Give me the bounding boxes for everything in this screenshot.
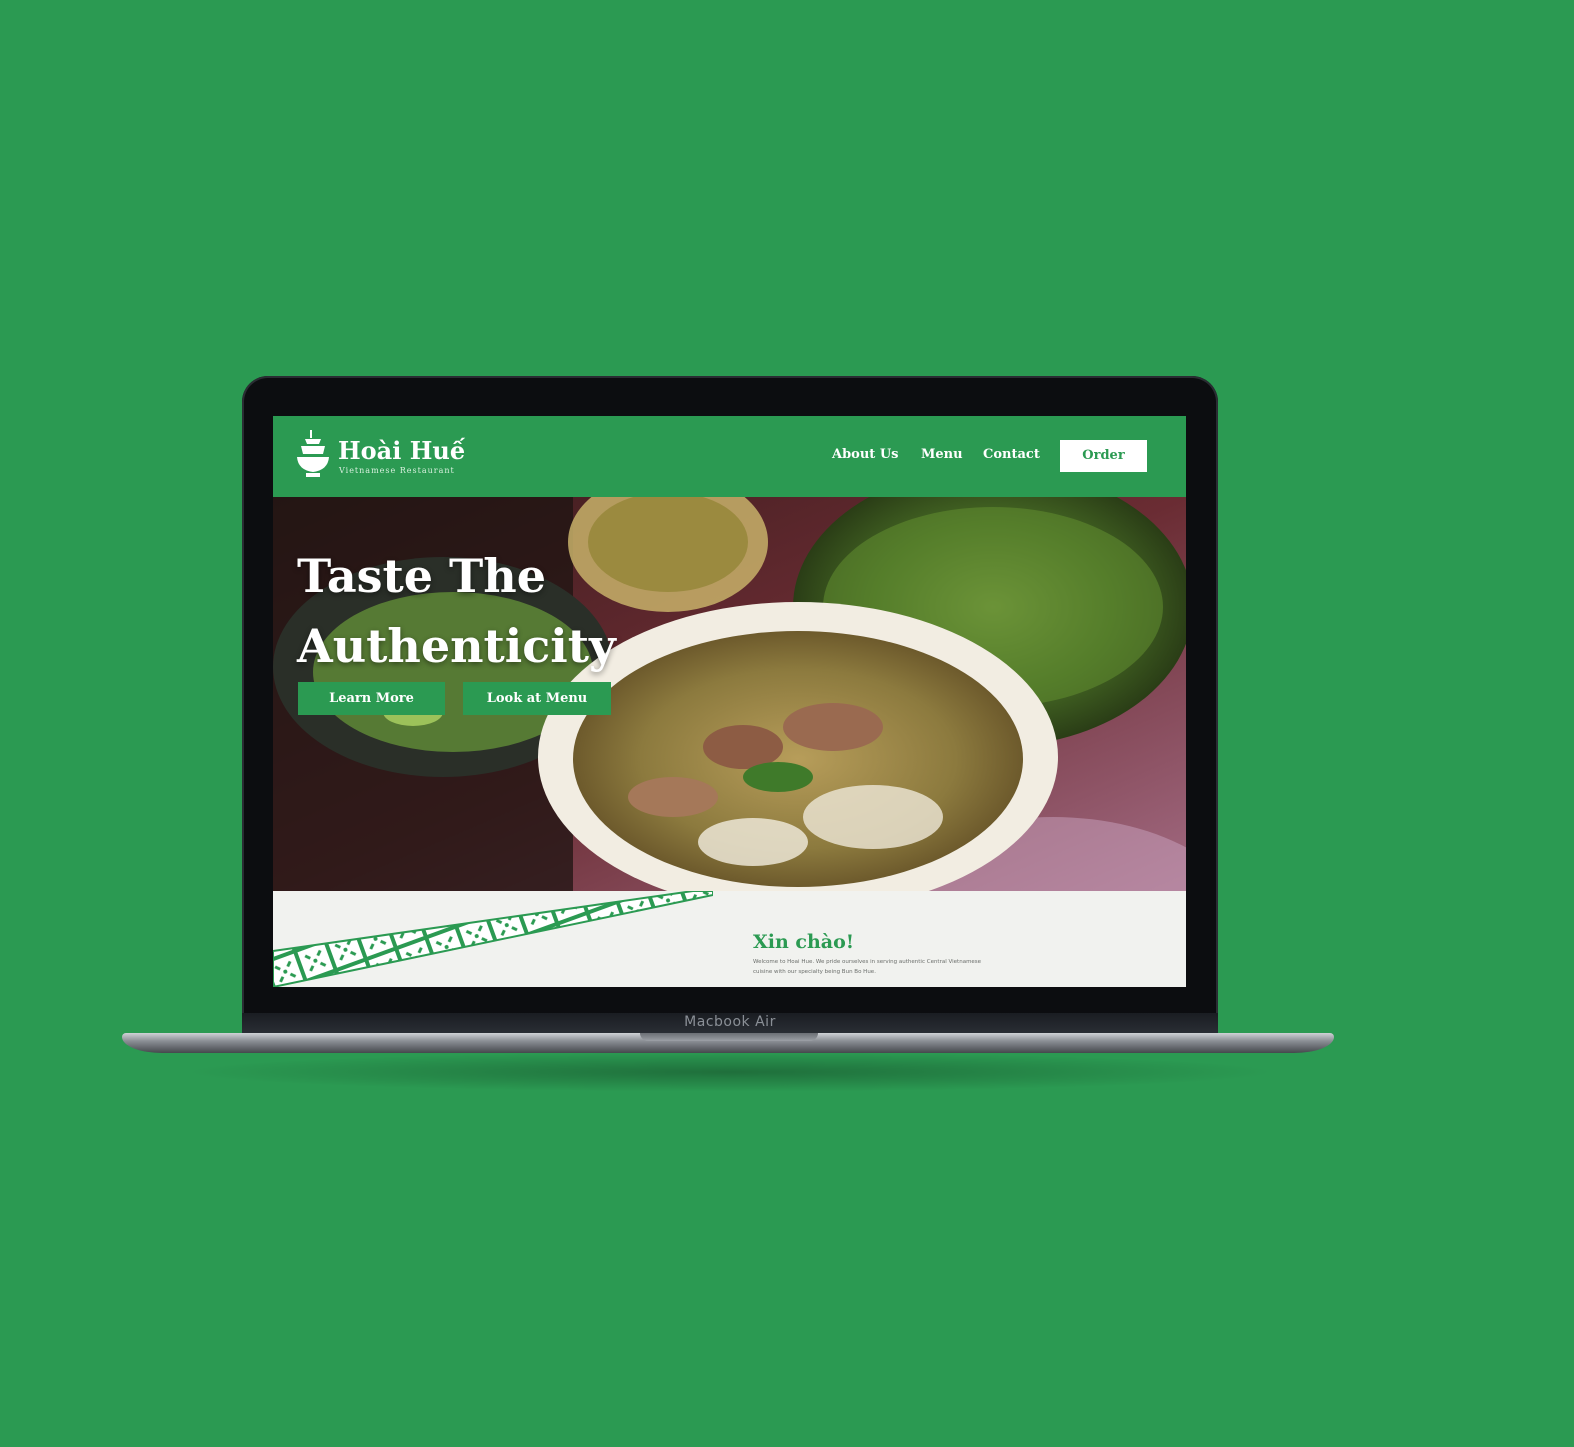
logo[interactable]: Hoài Huế Vietnamese Restaurant [295,430,495,486]
intro-text: Welcome to Hoai Hue. We pride ourselves … [753,959,982,975]
order-button[interactable]: Order [1060,440,1147,472]
intro-section: Xin chào! Welcome to Hoai Hue. We pride … [273,891,1186,987]
intro-title: Xin chào! [753,931,855,953]
nav-menu[interactable]: Menu [921,447,963,462]
laptop-shadow [180,1052,1280,1092]
nav-contact[interactable]: Contact [983,447,1040,462]
learn-more-button[interactable]: Learn More [298,682,445,715]
bowl-icon [297,430,329,477]
decorative-tile-pattern [273,891,713,987]
look-at-menu-button[interactable]: Look at Menu [463,682,611,715]
mockup-stage: Hoài Huế Vietnamese Restaurant About Us … [0,0,1574,1447]
device-label: Macbook Air [684,1014,776,1030]
laptop-screen: Hoài Huế Vietnamese Restaurant About Us … [273,416,1186,987]
laptop-hinge: Macbook Air [242,1013,1218,1035]
logo-title: Hoài Huế [338,436,466,465]
hero-title: Taste The Authenticity [297,549,616,673]
laptop-notch [640,1033,818,1041]
nav-about-us[interactable]: About Us [832,447,899,462]
hero-section: Taste The Authenticity Learn More Look a… [273,497,1186,891]
site-header: Hoài Huế Vietnamese Restaurant About Us … [273,416,1186,497]
logo-subtitle: Vietnamese Restaurant [339,466,455,475]
